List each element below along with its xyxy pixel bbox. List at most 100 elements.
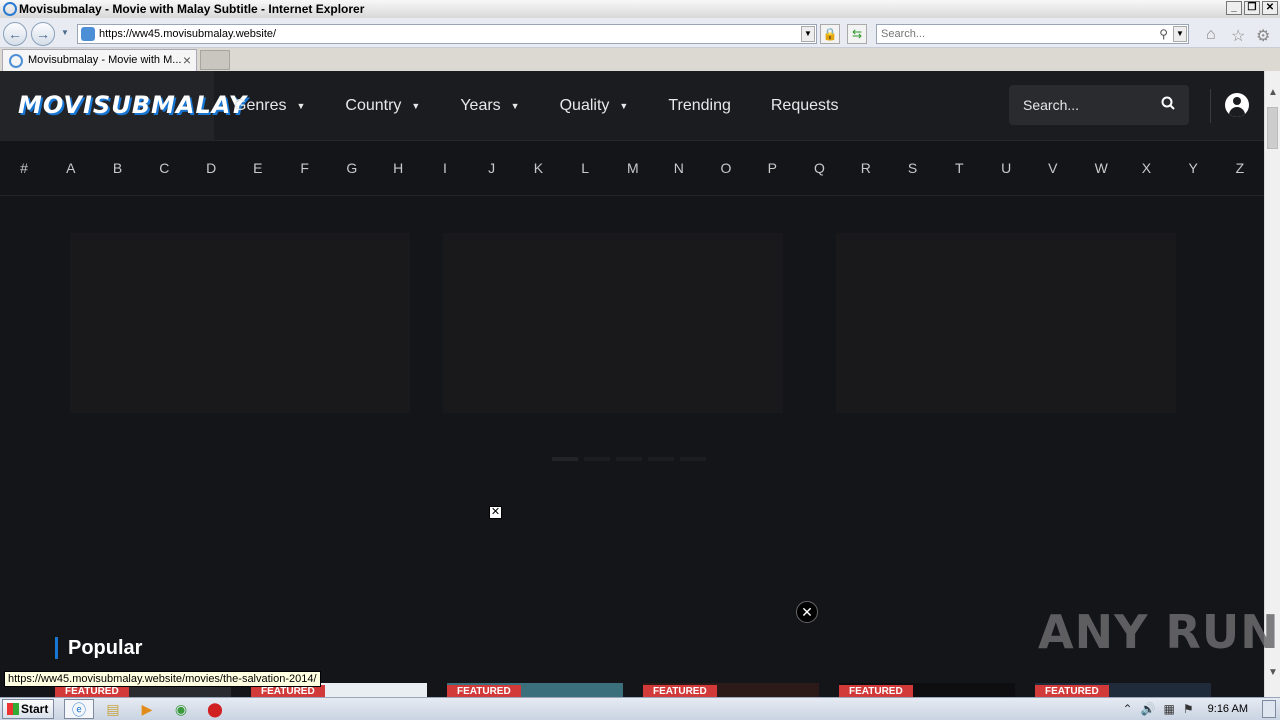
az-letter-link[interactable]: Y bbox=[1188, 141, 1198, 195]
slider-dot[interactable] bbox=[680, 457, 706, 461]
scroll-up-icon[interactable]: ▲ bbox=[1265, 85, 1280, 101]
volume-icon[interactable]: 🔊 bbox=[1141, 702, 1156, 716]
tab-movisubmalay[interactable]: Movisubmalay - Movie with M... × bbox=[2, 49, 197, 71]
az-letter-link[interactable]: L bbox=[580, 141, 590, 195]
user-account-icon[interactable] bbox=[1225, 93, 1249, 117]
menu-country[interactable]: Country ▼ bbox=[325, 71, 440, 141]
az-letter-link[interactable]: Z bbox=[1235, 141, 1245, 195]
az-letter-link[interactable]: R bbox=[861, 141, 871, 195]
new-tab-button[interactable] bbox=[200, 50, 230, 70]
menu-genres[interactable]: Genres ▼ bbox=[214, 71, 325, 141]
internet-explorer-icon bbox=[3, 2, 17, 16]
az-letter-link[interactable]: N bbox=[674, 141, 684, 195]
window-controls: _ ❐ ✕ bbox=[1226, 1, 1278, 15]
ad-close-icon[interactable]: ✕ bbox=[489, 506, 502, 519]
movie-card[interactable]: FEATURED bbox=[447, 683, 623, 697]
az-letter-link[interactable]: O bbox=[720, 141, 731, 195]
browser-search-box[interactable]: ⚲ ▼ bbox=[876, 24, 1189, 44]
az-letter-link[interactable]: K bbox=[533, 141, 543, 195]
gear-icon[interactable]: ⚙ bbox=[1256, 26, 1270, 46]
az-letter-link[interactable]: S bbox=[908, 141, 918, 195]
address-url[interactable]: https://ww45.movisubmalay.website/ bbox=[99, 28, 276, 40]
menu-label: Quality bbox=[559, 97, 610, 114]
az-letter-link[interactable]: T bbox=[954, 141, 964, 195]
movie-card[interactable]: FEATURED bbox=[839, 683, 1015, 697]
az-letter-link[interactable]: P bbox=[767, 141, 777, 195]
az-letter-link[interactable]: # bbox=[19, 141, 29, 195]
taskbar: Start ⓔ ▤ ▶ ◉ ⬤ ⌃ 🔊 ▦ ⚑ 9:16 AM bbox=[0, 697, 1280, 720]
history-dropdown-icon[interactable]: ▼ bbox=[59, 22, 71, 46]
az-letter-link[interactable]: M bbox=[627, 141, 639, 195]
slider-dot[interactable] bbox=[552, 457, 578, 461]
az-letter-link[interactable]: A bbox=[66, 141, 76, 195]
scroll-thumb[interactable] bbox=[1267, 107, 1278, 149]
start-button[interactable]: Start bbox=[2, 699, 54, 719]
show-desktop-button[interactable] bbox=[1262, 700, 1276, 718]
az-letter-link[interactable]: D bbox=[206, 141, 216, 195]
slide-item[interactable] bbox=[443, 233, 783, 413]
featured-badge: FEATURED bbox=[1035, 685, 1109, 697]
menu-quality[interactable]: Quality ▼ bbox=[540, 71, 649, 141]
site-search-input[interactable] bbox=[1009, 85, 1154, 125]
search-icon[interactable] bbox=[1161, 96, 1175, 110]
caret-down-icon: ▼ bbox=[411, 101, 421, 111]
close-window-button[interactable]: ✕ bbox=[1262, 1, 1278, 15]
action-center-flag-icon[interactable]: ⚑ bbox=[1183, 702, 1194, 716]
back-button[interactable]: ← bbox=[3, 22, 27, 46]
header-divider bbox=[1210, 89, 1211, 123]
movie-card[interactable]: FEATURED bbox=[643, 683, 819, 697]
slide-item[interactable] bbox=[70, 233, 410, 413]
slide-item[interactable] bbox=[836, 233, 1176, 413]
az-letter-link[interactable]: F bbox=[300, 141, 310, 195]
network-icon[interactable]: ▦ bbox=[1164, 702, 1175, 716]
slider-dot[interactable] bbox=[648, 457, 674, 461]
az-letter-link[interactable]: Q bbox=[814, 141, 825, 195]
slider-dot[interactable] bbox=[584, 457, 610, 461]
az-letter-link[interactable]: E bbox=[253, 141, 263, 195]
tray-clock[interactable]: 9:16 AM bbox=[1208, 703, 1248, 715]
page-scrollbar[interactable]: ▲ ▼ bbox=[1264, 71, 1280, 697]
close-tab-icon[interactable]: × bbox=[183, 52, 191, 68]
az-letter-link[interactable]: H bbox=[393, 141, 403, 195]
minimize-button[interactable]: _ bbox=[1226, 1, 1242, 15]
menu-years[interactable]: Years ▼ bbox=[440, 71, 539, 141]
address-dropdown-icon[interactable]: ▼ bbox=[801, 26, 815, 42]
az-letter-link[interactable]: G bbox=[346, 141, 357, 195]
browser-navbar: ← → ▼ https://ww45.movisubmalay.website/… bbox=[0, 18, 1280, 48]
az-letter-link[interactable]: W bbox=[1095, 141, 1108, 195]
browser-search-input[interactable] bbox=[877, 25, 1147, 43]
taskbar-explorer-icon[interactable]: ▤ bbox=[98, 699, 128, 719]
taskbar-ie-icon[interactable]: ⓔ bbox=[64, 699, 94, 719]
az-letter-link[interactable]: I bbox=[440, 141, 450, 195]
taskbar-opera-icon[interactable]: ⬤ bbox=[200, 699, 230, 719]
forward-button[interactable]: → bbox=[31, 22, 55, 46]
search-icon[interactable]: ⚲ bbox=[1159, 27, 1168, 41]
restore-button[interactable]: ❐ bbox=[1244, 1, 1260, 15]
az-letter-link[interactable]: V bbox=[1048, 141, 1058, 195]
lock-icon[interactable]: 🔒 bbox=[820, 24, 840, 44]
refresh-icon[interactable]: ⇆ bbox=[847, 24, 867, 44]
logo-text[interactable]: MOVISUBMALAY bbox=[18, 91, 247, 119]
az-letter-link[interactable]: X bbox=[1141, 141, 1151, 195]
az-letter-link[interactable]: U bbox=[1001, 141, 1011, 195]
slider-dot[interactable] bbox=[616, 457, 642, 461]
taskbar-media-player-icon[interactable]: ▶ bbox=[132, 699, 162, 719]
site-logo[interactable]: MOVISUBMALAY bbox=[0, 71, 246, 141]
search-dropdown-icon[interactable]: ▼ bbox=[1173, 26, 1187, 42]
address-bar[interactable]: https://ww45.movisubmalay.website/ ▼ bbox=[77, 24, 817, 44]
section-title-popular: Popular bbox=[55, 637, 142, 659]
taskbar-chrome-icon[interactable]: ◉ bbox=[166, 699, 196, 719]
site-search-box[interactable] bbox=[1009, 85, 1189, 125]
az-letter-link[interactable]: C bbox=[159, 141, 169, 195]
menu-requests[interactable]: Requests bbox=[751, 71, 859, 141]
menu-trending[interactable]: Trending bbox=[648, 71, 751, 141]
favorites-star-icon[interactable]: ☆ bbox=[1231, 26, 1245, 46]
movie-card[interactable]: FEATURED bbox=[1035, 683, 1211, 697]
featured-slider bbox=[0, 197, 1264, 487]
scroll-down-icon[interactable]: ▼ bbox=[1265, 665, 1280, 681]
az-letter-link[interactable]: B bbox=[113, 141, 123, 195]
home-icon[interactable]: ⌂ bbox=[1206, 26, 1216, 44]
tray-expand-icon[interactable]: ⌃ bbox=[1123, 702, 1133, 716]
az-letter-link[interactable]: J bbox=[487, 141, 497, 195]
overlay-close-icon[interactable]: ✕ bbox=[796, 601, 818, 623]
